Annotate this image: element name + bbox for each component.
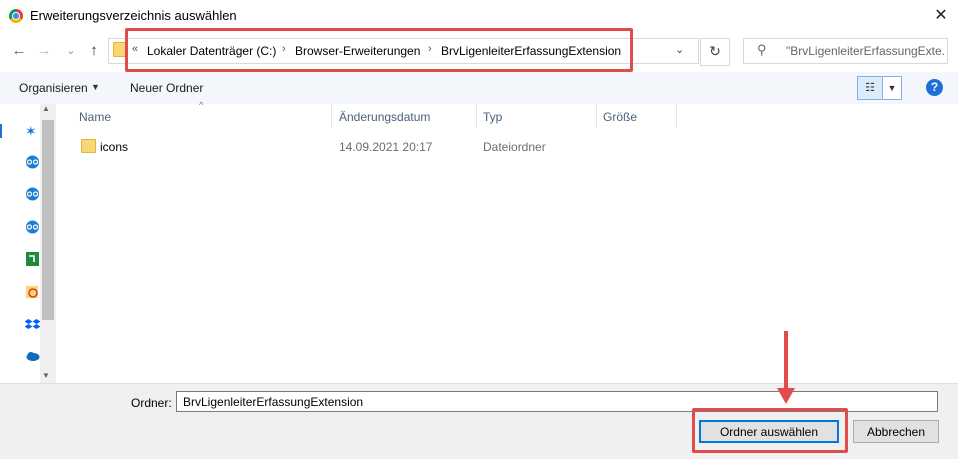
file-modified-date: 14.09.2021 20:17 [339,140,433,154]
folder-icon [81,139,96,153]
column-header-size[interactable]: Größe [603,110,637,124]
green-app-icon[interactable] [25,252,40,266]
highlight-box-address [125,28,633,72]
scroll-down-icon[interactable]: ▼ [42,371,50,380]
dropbox-icon[interactable] [24,317,41,331]
pane-marker [0,124,2,138]
column-header-name[interactable]: Name [79,110,111,124]
scrollbar-thumb[interactable] [42,120,54,320]
view-options-button[interactable]: ☷ [857,76,883,100]
up-button[interactable]: ↑ [84,40,104,62]
cancel-button[interactable]: Abbrechen [853,420,939,443]
forward-button[interactable]: → [34,40,54,62]
view-menu-dropdown[interactable]: ▼ [882,76,902,100]
folder-label: Ordner: [131,396,172,410]
column-divider[interactable] [596,104,597,128]
nextcloud-icon[interactable] [25,155,40,169]
search-placeholder: "BrvLigenleiterErfassungExte... [786,44,944,58]
column-divider[interactable] [476,104,477,128]
chevron-down-icon[interactable]: ▼ [91,82,100,92]
close-button[interactable]: ✕ [928,4,954,28]
file-name[interactable]: icons [100,140,128,154]
column-header-modified[interactable]: Änderungsdatum [339,110,430,124]
new-folder-button[interactable]: Neuer Ordner [130,81,203,95]
scroll-up-icon[interactable]: ▲ [42,104,50,113]
file-type: Dateiordner [483,140,546,154]
sort-ascending-icon: ^ [199,100,204,110]
column-header-type[interactable]: Typ [483,110,502,124]
adobe-folder-icon[interactable] [25,285,40,299]
onedrive-icon[interactable] [25,349,40,363]
highlight-box-select-button [692,408,848,453]
nextcloud-icon[interactable] [25,187,40,201]
refresh-button[interactable]: ↻ [700,38,730,66]
pin-icon[interactable]: ✶ [25,124,40,138]
organize-menu-button[interactable]: Organisieren [19,81,88,95]
window-title: Erweiterungsverzeichnis auswählen [30,8,237,23]
nextcloud-icon[interactable] [25,220,40,234]
back-button[interactable]: ← [9,40,29,62]
help-icon[interactable]: ? [926,79,943,96]
recent-locations-button[interactable]: ⌄ [61,40,81,62]
column-divider[interactable] [676,104,677,128]
chevron-down-icon[interactable]: ⌄ [675,43,684,56]
arrow-down-icon [777,388,795,404]
column-divider[interactable] [331,104,332,128]
annotation-arrow [784,331,788,391]
chrome-icon [9,9,23,23]
search-icon: ⚲ [757,42,767,57]
